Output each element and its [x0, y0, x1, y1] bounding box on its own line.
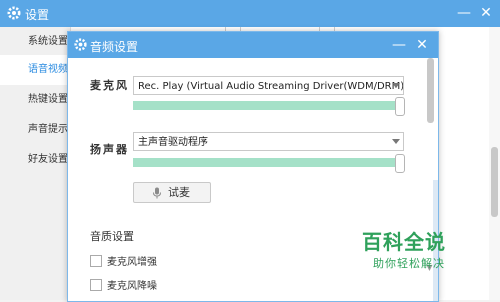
speaker-select-value: 主声音驱动程序 — [138, 137, 208, 148]
gear-icon — [7, 6, 21, 20]
microphone-volume-slider[interactable] — [133, 101, 397, 110]
chevron-down-icon — [392, 139, 400, 144]
sidebar-item-voice-video[interactable]: 语音视频 — [0, 55, 70, 85]
sidebar-item-sound-alerts[interactable]: 声音提示 — [0, 115, 70, 145]
sidebar-item-system[interactable]: 系统设置 — [0, 27, 70, 57]
test-microphone-label: 试麦 — [168, 186, 190, 199]
main-titlebar: 设置 — ✕ — [0, 0, 500, 27]
main-scrollbar-thumb[interactable] — [491, 147, 498, 217]
microphone-select[interactable]: Rec. Play (Virtual Audio Streaming Drive… — [133, 76, 404, 95]
dialog-scrollbar-thumb[interactable] — [427, 58, 434, 123]
speaker-label: 扬声器 — [90, 143, 129, 156]
speaker-select[interactable]: 主声音驱动程序 — [133, 132, 404, 151]
test-microphone-button[interactable]: 试麦 — [133, 182, 211, 203]
mic-boost-label: 麦克风增强 — [107, 257, 157, 268]
mic-boost-checkbox[interactable] — [90, 255, 102, 267]
watermark-slogan: 助你轻松解决 — [373, 257, 445, 270]
noise-reduction-checkbox[interactable] — [90, 279, 102, 291]
close-icon[interactable]: ✕ — [477, 4, 495, 22]
close-icon[interactable]: ✕ — [413, 36, 431, 54]
microphone-volume-handle[interactable] — [395, 97, 405, 116]
sidebar: 系统设置 语音视频 热键设置 声音提示 好友设置 — [0, 27, 71, 300]
microphone-label: 麦克风 — [90, 79, 129, 92]
window-title: 设置 — [25, 8, 50, 22]
chevron-down-icon — [392, 83, 400, 88]
microphone-select-value: Rec. Play (Virtual Audio Streaming Drive… — [138, 81, 404, 92]
watermark-logo-text: 百科全说 — [362, 230, 446, 254]
sidebar-item-hotkeys[interactable]: 热键设置 — [0, 85, 70, 115]
gear-icon — [74, 38, 87, 51]
minimize-icon[interactable]: — — [390, 36, 408, 54]
speaker-volume-slider[interactable] — [133, 158, 397, 167]
speaker-volume-handle[interactable] — [395, 154, 405, 173]
microphone-icon — [153, 187, 161, 199]
quality-section-title: 音质设置 — [90, 230, 134, 243]
dialog-title: 音频设置 — [90, 40, 139, 54]
dialog-titlebar: 音频设置 — ✕ — [68, 32, 438, 58]
noise-reduction-label: 麦克风降噪 — [107, 281, 157, 292]
minimize-icon[interactable]: — — [455, 4, 473, 22]
sidebar-item-friends[interactable]: 好友设置 — [0, 145, 70, 175]
